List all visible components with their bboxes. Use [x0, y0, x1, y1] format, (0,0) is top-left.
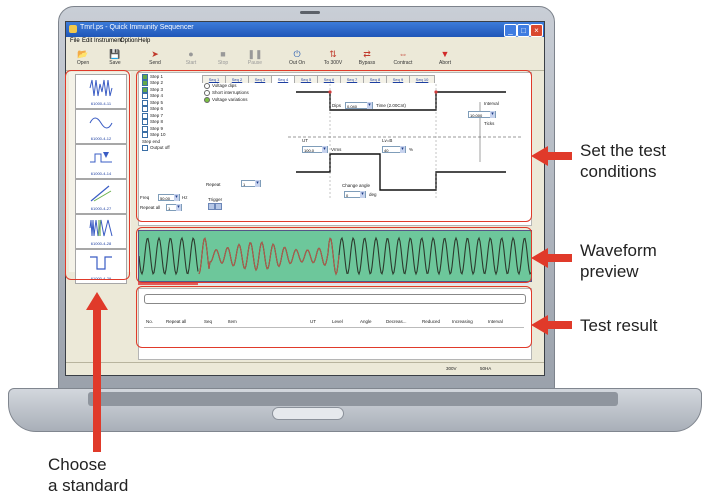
callout-result: Test result	[580, 316, 658, 335]
arrow-to-standard	[86, 292, 108, 452]
callout-waveform: Waveform preview	[580, 241, 657, 281]
callout-standard: Choose a standard	[48, 455, 129, 495]
callout-conditions: Set the test conditions	[580, 141, 666, 181]
arrow-to-conditions	[531, 146, 572, 166]
arrow-to-waveform	[531, 248, 572, 268]
arrow-to-result	[531, 315, 572, 335]
